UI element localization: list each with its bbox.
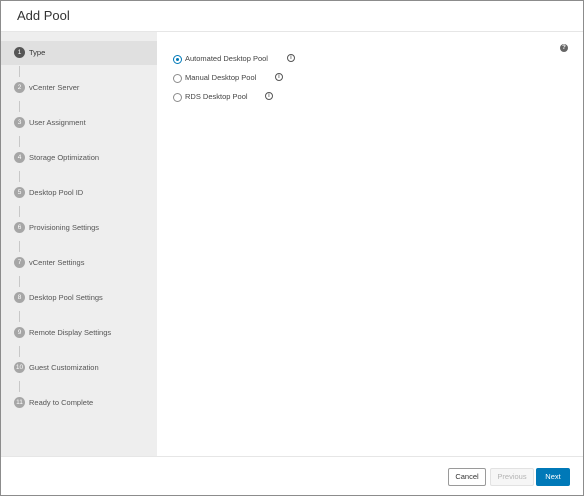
rds-desktop-pool-option[interactable]: RDS Desktop Pool i — [173, 90, 373, 104]
option-label: Manual Desktop Pool — [185, 73, 257, 82]
step-number: 2 — [14, 82, 25, 93]
wizard-steps-sidebar: 1 Type 2 vCenter Server 3 User Assignmen… — [1, 32, 157, 456]
step-label: Storage Optimization — [29, 153, 100, 162]
step-label: Desktop Pool Settings — [29, 293, 103, 302]
next-button[interactable]: Next — [536, 468, 570, 486]
step-label: Type — [29, 48, 46, 57]
manual-desktop-pool-option[interactable]: Manual Desktop Pool i — [173, 71, 373, 85]
add-pool-dialog: Add Pool 1 Type 2 vCenter Server 3 User … — [0, 0, 584, 496]
manual-desktop-pool-radio[interactable] — [173, 74, 182, 83]
step-vcenter-settings[interactable]: 7 vCenter Settings — [1, 251, 157, 275]
previous-button[interactable]: Previous — [490, 468, 534, 486]
step-provisioning-settings[interactable]: 6 Provisioning Settings — [1, 216, 157, 240]
dialog-title: Add Pool — [17, 8, 70, 23]
step-desktop-pool-settings[interactable]: 8 Desktop Pool Settings — [1, 286, 157, 310]
step-number: 7 — [14, 257, 25, 268]
step-label: Ready to Complete — [29, 398, 94, 407]
step-label: vCenter Server — [29, 83, 80, 92]
step-number: 6 — [14, 222, 25, 233]
step-label: Remote Display Settings — [29, 328, 112, 337]
dialog-header: Add Pool — [1, 1, 583, 32]
step-number: 5 — [14, 187, 25, 198]
info-icon[interactable]: i — [275, 73, 283, 81]
automated-desktop-pool-radio[interactable] — [173, 55, 182, 64]
step-number: 3 — [14, 117, 25, 128]
dialog-footer: Cancel Previous Next — [1, 456, 583, 495]
step-label: Desktop Pool ID — [29, 188, 84, 197]
step-number: 11 — [14, 397, 25, 408]
step-number: 8 — [14, 292, 25, 303]
step-label: User Assignment — [29, 118, 86, 127]
rds-desktop-pool-radio[interactable] — [173, 93, 182, 102]
step-vcenter-server[interactable]: 2 vCenter Server — [1, 76, 157, 100]
step-type[interactable]: 1 Type — [1, 41, 157, 65]
step-label: vCenter Settings — [29, 258, 85, 267]
option-label: RDS Desktop Pool — [185, 92, 248, 101]
step-label: Provisioning Settings — [29, 223, 100, 232]
step-remote-display-settings[interactable]: 9 Remote Display Settings — [1, 321, 157, 345]
step-number: 9 — [14, 327, 25, 338]
help-icon[interactable]: ? — [560, 44, 568, 52]
step-number: 10 — [14, 362, 25, 373]
step-guest-customization[interactable]: 10 Guest Customization — [1, 356, 157, 380]
info-icon[interactable]: i — [287, 54, 295, 62]
automated-desktop-pool-option[interactable]: Automated Desktop Pool i — [173, 52, 373, 66]
step-number: 4 — [14, 152, 25, 163]
step-ready-to-complete[interactable]: 11 Ready to Complete — [1, 391, 157, 415]
info-icon[interactable]: i — [265, 92, 273, 100]
option-label: Automated Desktop Pool — [185, 54, 268, 63]
step-number: 1 — [14, 47, 25, 58]
cancel-button[interactable]: Cancel — [448, 468, 486, 486]
step-storage-optimization[interactable]: 4 Storage Optimization — [1, 146, 157, 170]
step-user-assignment[interactable]: 3 User Assignment — [1, 111, 157, 135]
pool-type-panel: ? Automated Desktop Pool i Manual Deskto… — [157, 32, 583, 456]
step-label: Guest Customization — [29, 363, 99, 372]
step-desktop-pool-id[interactable]: 5 Desktop Pool ID — [1, 181, 157, 205]
